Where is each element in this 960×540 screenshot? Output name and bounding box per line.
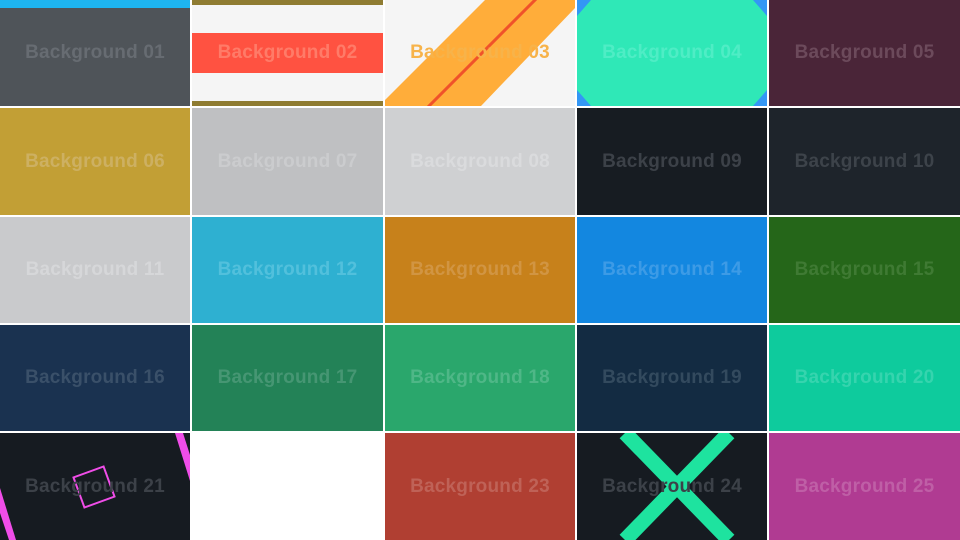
tile-label: Background 13: [410, 259, 550, 280]
tile-label: Background 16: [25, 367, 165, 388]
tile-label: Background 15: [794, 259, 935, 280]
background-tile-09[interactable]: Background 09: [577, 108, 767, 215]
stripe-bottom: [192, 101, 383, 106]
tile-label: Background 04: [602, 42, 742, 63]
tile-label: Background 23: [410, 475, 550, 497]
tile-label: Background 05: [794, 42, 935, 63]
background-tile-02[interactable]: Background 02: [192, 0, 383, 106]
background-tile-04[interactable]: Background 04: [577, 0, 767, 106]
tile-label: Background 07: [217, 150, 358, 172]
tile-label: Background 17: [217, 367, 358, 388]
background-tile-14[interactable]: Background 14: [577, 217, 767, 323]
background-tile-06[interactable]: Background 06: [0, 108, 190, 215]
background-tile-20[interactable]: Background 20: [769, 325, 960, 431]
tile-label: Background 18: [410, 367, 550, 388]
background-tile-15[interactable]: Background 15: [769, 217, 960, 323]
tile-label: Background 09: [602, 150, 742, 172]
tile-label: Background 03: [410, 42, 550, 63]
background-tile-24[interactable]: Background 24: [577, 433, 767, 540]
background-tile-12[interactable]: Background 12: [192, 217, 383, 323]
tile-label: Background 25: [794, 475, 935, 497]
tile-label: Background 10: [794, 150, 935, 172]
background-tile-25[interactable]: Background 25: [769, 433, 960, 540]
tile-label: Background 19: [602, 367, 742, 388]
tile-label: Background 24: [602, 475, 742, 497]
tile-label: Background 02: [217, 42, 358, 63]
background-tile-18[interactable]: Background 18: [385, 325, 575, 431]
empty-tile-slot: [192, 433, 383, 540]
background-tile-19[interactable]: Background 19: [577, 325, 767, 431]
background-tile-05[interactable]: Background 05: [769, 0, 960, 106]
background-tile-17[interactable]: Background 17: [192, 325, 383, 431]
tile-label: Background 01: [25, 42, 165, 63]
stripe-top: [192, 0, 383, 5]
background-tile-11[interactable]: Background 11: [0, 217, 190, 323]
background-tile-07[interactable]: Background 07: [192, 108, 383, 215]
tile-label: Background 08: [410, 150, 550, 172]
background-gallery: Background 01 Background 02 Background 0…: [0, 0, 960, 540]
background-tile-23[interactable]: Background 23: [385, 433, 575, 540]
background-tile-01[interactable]: Background 01: [0, 0, 190, 106]
tile-label: Background 11: [25, 259, 165, 280]
tile-label: Background 21: [25, 475, 165, 497]
background-tile-08[interactable]: Background 08: [385, 108, 575, 215]
tile-label: Background 06: [25, 150, 165, 172]
tile-label: Background 20: [794, 367, 935, 388]
background-tile-13[interactable]: Background 13: [385, 217, 575, 323]
background-tile-03[interactable]: Background 03: [385, 0, 575, 106]
background-tile-10[interactable]: Background 10: [769, 108, 960, 215]
tile-label: Background 12: [217, 259, 358, 280]
background-tile-21[interactable]: Background 21: [0, 433, 190, 540]
top-accent-bar: [0, 0, 190, 8]
tile-label: Background 14: [602, 259, 742, 280]
background-tile-16[interactable]: Background 16: [0, 325, 190, 431]
